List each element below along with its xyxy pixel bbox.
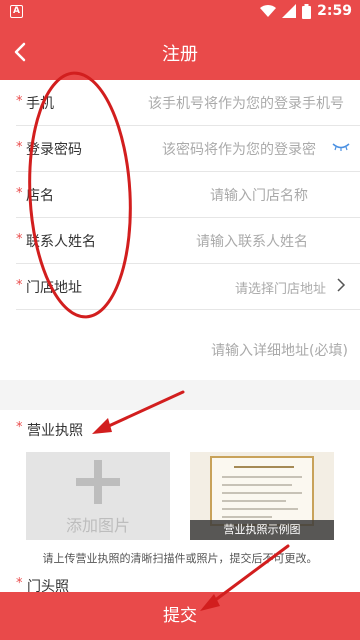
required-mark: * [16, 420, 23, 435]
required-mark: * [16, 278, 23, 293]
phone-label: 手机 [26, 96, 54, 112]
eye-closed-icon[interactable] [332, 143, 350, 151]
password-row[interactable]: * 登录密码 该密码将作为您的登录密 [16, 126, 360, 172]
page-title: 注册 [162, 44, 198, 65]
sample-caption: 营业执照示例图 [190, 520, 334, 540]
detail-address-row[interactable]: 请输入详细地址(必填) [0, 324, 360, 374]
add-image-label: 添加图片 [65, 516, 130, 535]
nav-bar: 注册 [0, 24, 360, 80]
required-mark: * [16, 140, 23, 155]
required-mark: * [16, 186, 23, 201]
signal-icon [282, 4, 297, 18]
wifi-icon [260, 4, 277, 18]
phone-input[interactable]: 该手机号将作为您的登录手机号 [148, 93, 344, 113]
store-address-select[interactable]: 请选择门店地址 [235, 278, 326, 297]
status-time: 2:59 [317, 3, 352, 19]
chevron-right-icon [337, 278, 346, 292]
license-document-illustration [210, 456, 314, 526]
contact-input[interactable]: 请输入联系人姓名 [196, 231, 308, 251]
required-mark: * [16, 94, 23, 109]
contact-row[interactable]: * 联系人姓名 请输入联系人姓名 [16, 218, 360, 264]
upload-tip: 请上传营业执照的清晰扫描件或照片，提交后不可更改。 [42, 552, 318, 565]
license-sample-image[interactable]: 营业执照示例图 [190, 452, 334, 540]
required-mark: * [16, 232, 23, 247]
store-address-label: 门店地址 [26, 280, 82, 296]
password-label: 登录密码 [26, 142, 82, 158]
phone-row[interactable]: * 手机 该手机号将作为您的登录手机号 [16, 80, 360, 126]
store-name-label: 店名 [26, 188, 54, 204]
add-image-button[interactable]: 添加图片 [26, 452, 170, 540]
store-name-input[interactable]: 请输入门店名称 [210, 185, 308, 205]
status-bar: A 2:59 [0, 0, 360, 24]
app-notification-icon: A [10, 5, 23, 18]
detail-address-input[interactable]: 请输入详细地址(必填) [211, 340, 348, 360]
battery-icon [302, 3, 312, 19]
plus-icon-bar [76, 478, 120, 486]
contact-label: 联系人姓名 [26, 234, 96, 250]
password-input[interactable]: 该密码将作为您的登录密 [162, 139, 316, 159]
store-name-row[interactable]: * 店名 请输入门店名称 [16, 172, 360, 218]
store-address-row[interactable]: * 门店地址 请选择门店地址 [16, 264, 360, 310]
submit-button[interactable]: 提交 [0, 592, 360, 640]
status-icons: 2:59 [260, 3, 352, 19]
registration-form: * 手机 该手机号将作为您的登录手机号 * 登录密码 该密码将作为您的登录密 *… [0, 80, 360, 380]
license-title: 营业执照 [27, 423, 83, 439]
required-mark: * [16, 576, 23, 591]
